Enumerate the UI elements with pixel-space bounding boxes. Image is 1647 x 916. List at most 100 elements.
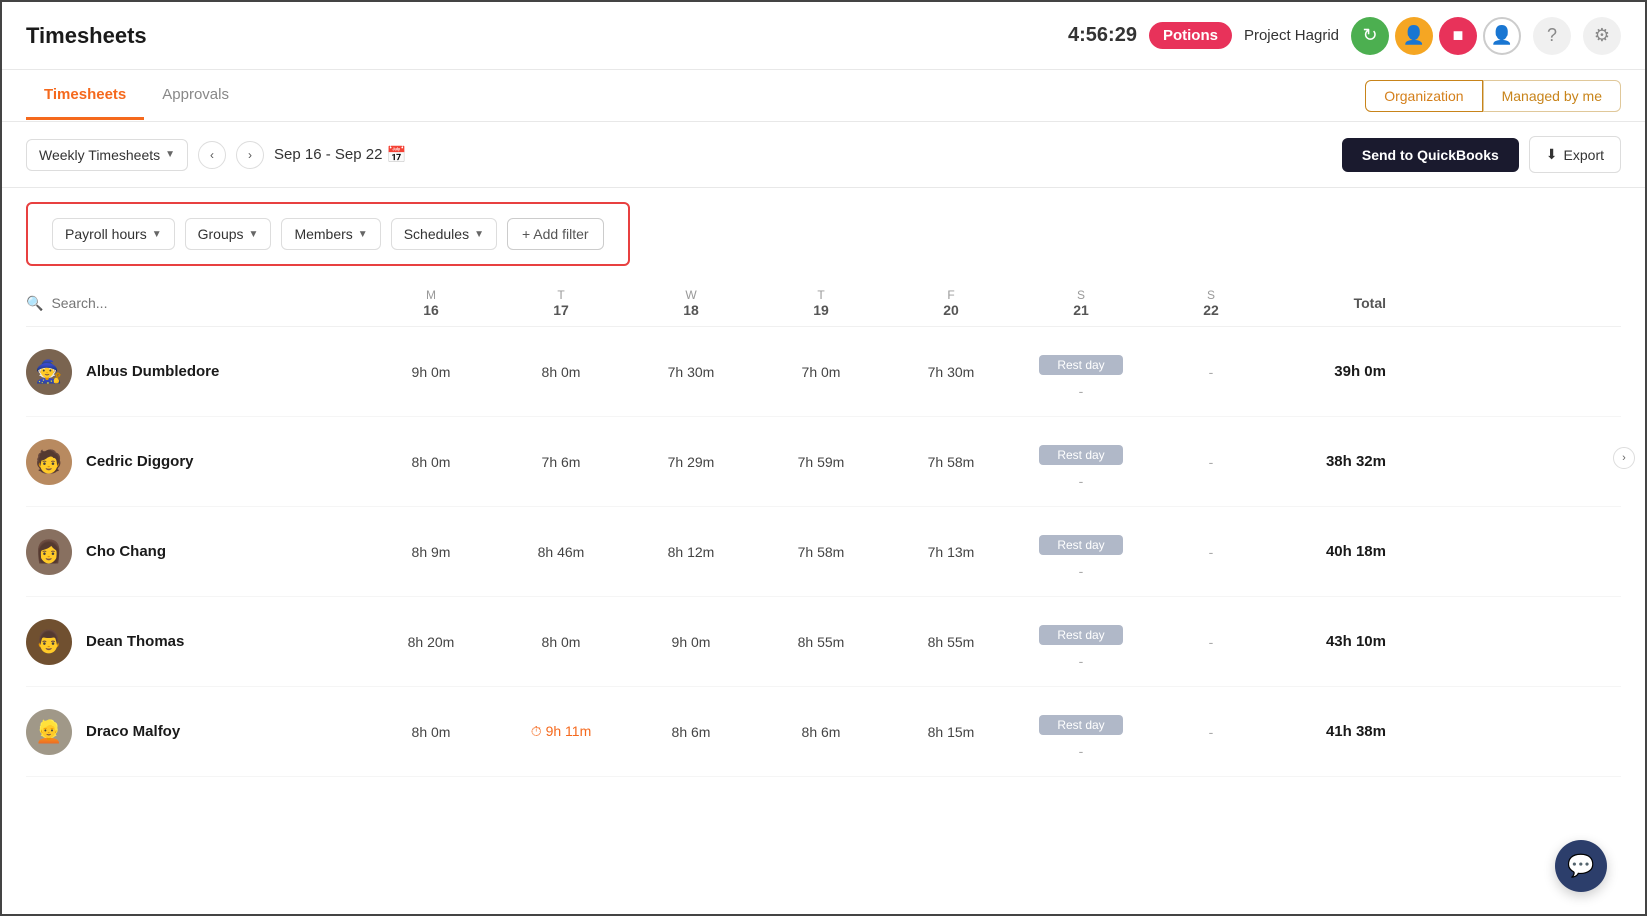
groups-filter-label: Groups (198, 226, 244, 242)
rest-day-badge: Rest day (1039, 445, 1122, 465)
day-cell-6: - (1146, 454, 1276, 470)
right-handle[interactable]: › (1613, 447, 1635, 469)
table-row: 👨 Dean Thomas 8h 20m 8h 0m 9h 0m 8h 55m … (26, 597, 1621, 687)
filter-bar: Payroll hours ▼ Groups ▼ Members ▼ Sched… (26, 202, 630, 266)
schedules-filter-label: Schedules (404, 226, 469, 242)
tab-approvals[interactable]: Approvals (144, 72, 247, 120)
day-cell-3: 7h 59m (756, 454, 886, 470)
day-cell-6: - (1146, 544, 1276, 560)
employee-info-3: 👨 Dean Thomas (26, 619, 366, 665)
day-cell-3: 7h 58m (756, 544, 886, 560)
day-header-5: S 21 (1016, 288, 1146, 318)
day-cell-6: - (1146, 634, 1276, 650)
day-cell-2: 7h 30m (626, 364, 756, 380)
members-filter-btn[interactable]: Members ▼ (281, 218, 380, 250)
payroll-filter-label: Payroll hours (65, 226, 147, 242)
employee-name: Draco Malfoy (86, 723, 180, 740)
day-header-3: T 19 (756, 288, 886, 318)
date-range-display[interactable]: Sep 16 - Sep 22 📅 (274, 145, 406, 165)
day-cell-1: 8h 0m (496, 634, 626, 650)
header-icons: ↻ 👤 ■ 👤 (1351, 17, 1521, 55)
day-cell-2: 8h 12m (626, 544, 756, 560)
day-cell-5: Rest day - (1016, 705, 1146, 759)
employee-info-0: 🧙 Albus Dumbledore (26, 349, 366, 395)
help-icon[interactable]: ? (1533, 17, 1571, 55)
schedules-filter-btn[interactable]: Schedules ▼ (391, 218, 497, 250)
add-filter-btn[interactable]: + Add filter (507, 218, 604, 250)
dash: - (1079, 563, 1084, 579)
total-hours: 41h 38m (1276, 723, 1406, 740)
send-quickbooks-btn[interactable]: Send to QuickBooks (1342, 138, 1519, 172)
day-cell-4: 7h 30m (886, 364, 1016, 380)
avatar: 👨 (26, 619, 72, 665)
avatar: 👱 (26, 709, 72, 755)
next-week-btn[interactable]: › (236, 141, 264, 169)
day-cell-1: 8h 0m (496, 364, 626, 380)
employee-info-4: 👱 Draco Malfoy (26, 709, 366, 755)
timesheet-table: 🔍 M 16 T 17 W 18 T 19 F 20 S 21 S 22 (2, 280, 1645, 777)
payroll-filter-btn[interactable]: Payroll hours ▼ (52, 218, 175, 250)
managed-view-btn[interactable]: Managed by me (1483, 80, 1621, 112)
members-chevron: ▼ (358, 229, 368, 240)
groups-chevron: ▼ (249, 229, 259, 240)
avatar: 🧙 (26, 349, 72, 395)
employee-info-1: 🧑 Cedric Diggory (26, 439, 366, 485)
day-cell-3: 8h 6m (756, 724, 886, 740)
day-header-2: W 18 (626, 288, 756, 318)
day-cell-3: 8h 55m (756, 634, 886, 650)
dash: - (1079, 383, 1084, 399)
day-cell-0: 8h 0m (366, 724, 496, 740)
table-row: 👱 Draco Malfoy 8h 0m ⏱ 9h 11m 8h 6m 8h 6… (26, 687, 1621, 777)
settings-icon[interactable]: ⚙ (1583, 17, 1621, 55)
day-cell-4: 8h 55m (886, 634, 1016, 650)
dash: - (1079, 653, 1084, 669)
day-cell-2: 7h 29m (626, 454, 756, 470)
day-cell-2: 9h 0m (626, 634, 756, 650)
day-header-1: T 17 (496, 288, 626, 318)
table-row: 👩 Cho Chang 8h 9m 8h 46m 8h 12m 7h 58m 7… (26, 507, 1621, 597)
user-icon[interactable]: 👤 (1483, 17, 1521, 55)
employee-rows: 🧙 Albus Dumbledore 9h 0m 8h 0m 7h 30m 7h… (26, 327, 1621, 777)
sync-icon[interactable]: ↻ (1351, 17, 1389, 55)
chat-bubble[interactable]: 💬 (1555, 840, 1607, 892)
period-chevron: ▼ (165, 149, 175, 160)
tabs-bar: Timesheets Approvals Organization Manage… (2, 70, 1645, 122)
members-filter-label: Members (294, 226, 352, 242)
day-cell-0: 8h 9m (366, 544, 496, 560)
user-active-icon[interactable]: 👤 (1395, 17, 1433, 55)
stop-icon[interactable]: ■ (1439, 17, 1477, 55)
org-view-btn[interactable]: Organization (1365, 80, 1482, 112)
day-cell-3: 7h 0m (756, 364, 886, 380)
day-cell-1: 7h 6m (496, 454, 626, 470)
toolbar: Weekly Timesheets ▼ ‹ › Sep 16 - Sep 22 … (2, 122, 1645, 188)
export-btn[interactable]: ⬇ Export (1529, 136, 1621, 173)
search-icon: 🔍 (26, 295, 43, 312)
day-cell-5: Rest day - (1016, 435, 1146, 489)
header-right: 4:56:29 Potions Project Hagrid ↻ 👤 ■ 👤 ?… (1068, 17, 1621, 55)
rest-day-badge: Rest day (1039, 535, 1122, 555)
day-cell-0: 9h 0m (366, 364, 496, 380)
toolbar-right: Send to QuickBooks ⬇ Export (1342, 136, 1621, 173)
dash: - (1079, 473, 1084, 489)
prev-week-btn[interactable]: ‹ (198, 141, 226, 169)
day-header-4: F 20 (886, 288, 1016, 318)
expand-arrow[interactable]: › (1613, 447, 1635, 469)
day-cell-4: 7h 13m (886, 544, 1016, 560)
date-range-text: Sep 16 - Sep 22 (274, 146, 382, 163)
project-label: Project Hagrid (1244, 27, 1339, 44)
groups-filter-btn[interactable]: Groups ▼ (185, 218, 272, 250)
rest-day-badge: Rest day (1039, 355, 1122, 375)
tab-timesheets[interactable]: Timesheets (26, 72, 144, 120)
day-cell-1: 8h 46m (496, 544, 626, 560)
potions-badge[interactable]: Potions (1149, 22, 1232, 49)
period-dropdown[interactable]: Weekly Timesheets ▼ (26, 139, 188, 171)
timer-display: 4:56:29 (1068, 24, 1137, 47)
day-cell-5: Rest day - (1016, 615, 1146, 669)
table-header-row: 🔍 M 16 T 17 W 18 T 19 F 20 S 21 S 22 (26, 280, 1621, 327)
search-wrap: 🔍 (26, 295, 366, 312)
search-input[interactable] (51, 295, 251, 311)
rest-day-badge: Rest day (1039, 715, 1122, 735)
day-cell-0: 8h 20m (366, 634, 496, 650)
total-hours: 43h 10m (1276, 633, 1406, 650)
day-header-6: S 22 (1146, 288, 1276, 318)
